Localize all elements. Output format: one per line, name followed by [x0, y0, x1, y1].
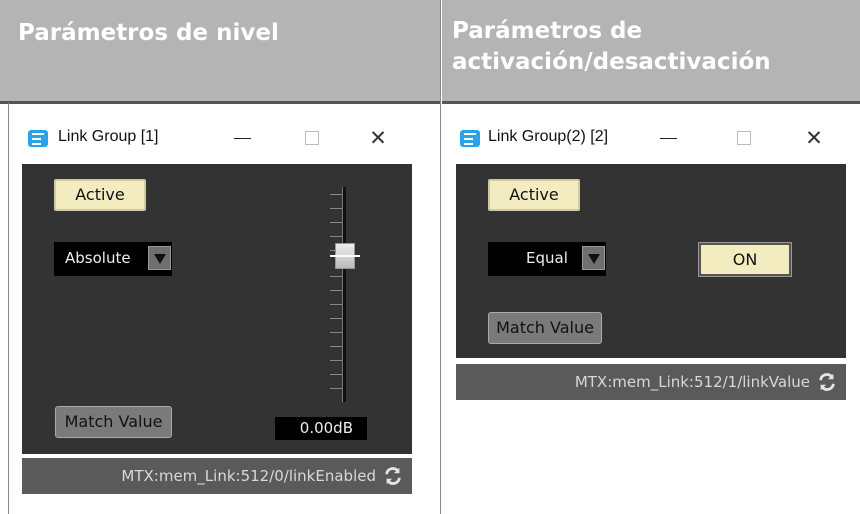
window-title: Link Group [1] — [58, 128, 159, 145]
fader-tick — [330, 388, 342, 389]
dropdown-arrow-icon[interactable] — [582, 246, 605, 270]
status-address: MTX:mem_Link:512/0/linkEnabled — [121, 467, 376, 485]
close-icon[interactable]: ✕ — [364, 125, 392, 151]
app-logo-icon — [28, 130, 48, 147]
header-divider-left — [0, 101, 440, 104]
active-button[interactable]: Active — [54, 179, 146, 211]
refresh-icon[interactable] — [382, 465, 404, 487]
status-bar: MTX:mem_Link:512/0/linkEnabled — [22, 458, 412, 494]
fader-tick — [330, 332, 342, 333]
fader-value-display: 0.00dB — [275, 417, 367, 440]
link-group-window-level: Link Group [1] ✕ Active Absolute Match V… — [14, 116, 426, 504]
control-panel: Active Equal ON Match Value — [456, 164, 846, 358]
dropdown-arrow-icon[interactable] — [148, 246, 171, 270]
on-toggle-button[interactable]: ON — [698, 242, 792, 277]
match-value-button[interactable]: Match Value — [488, 312, 602, 344]
refresh-icon[interactable] — [816, 371, 838, 393]
fader-track[interactable] — [342, 187, 346, 402]
header-onoff-line2: activación/desactivación — [452, 49, 771, 75]
match-value-button[interactable]: Match Value — [55, 406, 172, 438]
minimize-icon[interactable] — [654, 125, 682, 151]
fader-tick — [330, 236, 342, 237]
control-panel: Active Absolute Match Value 0.00dB — [22, 164, 412, 454]
header-onoff-line1: Parámetros de — [452, 18, 643, 44]
fader-tick — [330, 222, 342, 223]
fader-knob[interactable] — [330, 242, 360, 269]
column-divider — [440, 0, 441, 514]
active-button[interactable]: Active — [488, 179, 580, 211]
minimize-icon[interactable] — [228, 125, 256, 151]
header-onoff-params: Parámetros de activación/desactivación — [442, 0, 860, 103]
mode-dropdown[interactable]: Equal — [488, 242, 606, 276]
fader-tick — [330, 276, 342, 277]
fader-tick — [330, 208, 342, 209]
mode-dropdown-value: Equal — [526, 249, 568, 267]
fader-tick — [330, 290, 342, 291]
maximize-icon[interactable] — [298, 125, 326, 151]
header-divider-right — [442, 101, 860, 104]
fader-tick — [330, 304, 342, 305]
fader-tick — [330, 346, 342, 347]
status-address: MTX:mem_Link:512/1/linkValue — [574, 373, 810, 391]
header-level-text: Parámetros de nivel — [18, 20, 279, 46]
fader-tick — [330, 194, 342, 195]
mode-dropdown-value: Absolute — [65, 249, 131, 267]
mode-dropdown[interactable]: Absolute — [54, 242, 172, 276]
app-logo-icon — [460, 130, 480, 147]
status-bar: MTX:mem_Link:512/1/linkValue — [456, 364, 846, 400]
left-border — [8, 103, 9, 514]
maximize-icon[interactable] — [730, 125, 758, 151]
window-title: Link Group(2) [2] — [488, 128, 609, 145]
link-group-window-onoff: Link Group(2) [2] ✕ Active Equal ON Matc… — [448, 116, 848, 406]
close-icon[interactable]: ✕ — [800, 125, 828, 151]
header-level-params: Parámetros de nivel — [0, 0, 441, 103]
window-titlebar[interactable]: Link Group(2) [2] ✕ — [448, 116, 848, 158]
fader-tick — [330, 318, 342, 319]
window-titlebar[interactable]: Link Group [1] ✕ — [14, 116, 426, 158]
fader-tick — [330, 360, 342, 361]
fader-tick — [330, 374, 342, 375]
